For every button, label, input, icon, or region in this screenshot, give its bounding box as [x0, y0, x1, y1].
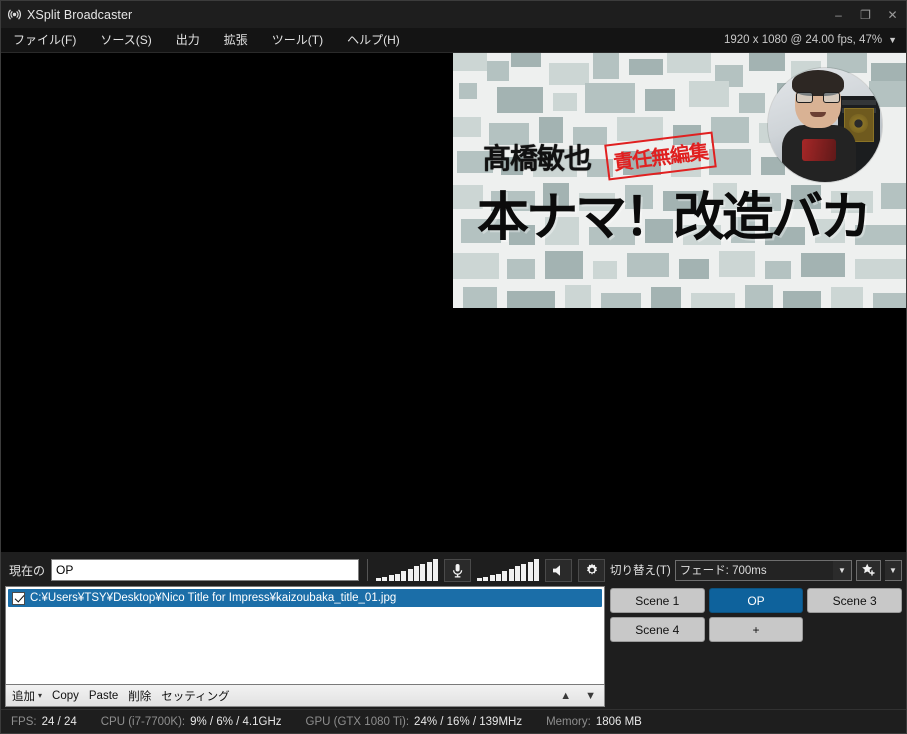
delete-button[interactable]: 削除 — [128, 688, 151, 704]
memory-value: 1806 MB — [595, 715, 642, 728]
chevron-down-icon[interactable]: ▾ — [38, 691, 42, 700]
gpu-value: 24% / 16% / 139MHz — [414, 715, 523, 728]
current-scene-input[interactable] — [51, 559, 359, 581]
source-path-label: C:¥Users¥TSY¥Desktop¥Nico Title for Impr… — [30, 592, 397, 604]
menu-sources[interactable]: ソース(S) — [88, 28, 163, 53]
transition-label: 切り替え(T) — [610, 565, 671, 577]
fps-label: FPS: — [11, 715, 37, 728]
paste-button[interactable]: Paste — [89, 690, 118, 702]
source-list[interactable]: C:¥Users¥TSY¥Desktop¥Nico Title for Impr… — [5, 586, 605, 685]
settings-button[interactable]: セッティング — [161, 688, 229, 704]
menu-file[interactable]: ファイル(F) — [1, 28, 88, 53]
fps-status: FPS: 24 / 24 — [11, 716, 77, 728]
lower-panel: 現在の OP C:¥Users¥TSY¥Desktop¥Nico Title f… — [1, 552, 906, 709]
resolution-info: 1920 x 1080 @ 24.00 fps, 47% — [723, 34, 883, 46]
move-up-icon[interactable]: ▲ — [558, 690, 573, 702]
maximize-button[interactable]: ❐ — [852, 1, 879, 28]
menu-help[interactable]: ヘルプ(H) — [335, 28, 412, 53]
transition-row: 切り替え(T) フェード: 700ms ▼ ▼ — [610, 558, 902, 582]
current-scene-label: 現在の — [9, 563, 46, 578]
memory-label: Memory: — [546, 715, 591, 728]
chevron-down-icon[interactable]: ▼ — [833, 559, 852, 581]
window-controls: – ❐ ✕ — [825, 1, 906, 28]
source-toolbar: 追加 ▾ Copy Paste 削除 セッティング ▲ ▼ — [5, 685, 605, 707]
menu-bar: ファイル(F) ソース(S) 出力 拡張 ツール(T) ヘルプ(H) 1920 … — [1, 28, 906, 53]
current-scene-row: 現在の — [5, 558, 605, 582]
broadcast-waves-icon — [1, 1, 27, 28]
meter-divider — [367, 559, 368, 581]
preview-stage[interactable]: 髙橋敏也 責任無編集 本ナマ！改造バカ — [1, 53, 906, 552]
gpu-status: GPU (GTX 1080 Ti): 24% / 16% / 139MHz — [306, 716, 523, 728]
star-plus-icon[interactable] — [856, 559, 881, 581]
avatar — [768, 68, 882, 182]
window-title: XSplit Broadcaster — [27, 7, 133, 22]
menu-extensions[interactable]: 拡張 — [212, 28, 260, 53]
chevron-down-icon[interactable]: ▼ — [885, 559, 902, 581]
scenes-panel: 切り替え(T) フェード: 700ms ▼ ▼ Scene 1 OP Scene… — [605, 558, 902, 707]
scene-button-1[interactable]: Scene 1 — [610, 588, 705, 613]
minimize-button[interactable]: – — [825, 1, 852, 28]
microphone-icon[interactable] — [444, 558, 471, 582]
cpu-label: CPU (i7-7700K): — [100, 715, 186, 728]
sources-panel: 現在の OP C:¥Users¥TSY¥Desktop¥Nico Title f… — [5, 558, 605, 707]
cpu-status: CPU (i7-7700K): 9% / 6% / 4.1GHz — [101, 716, 282, 728]
close-button[interactable]: ✕ — [879, 1, 906, 28]
source-checkbox[interactable] — [12, 591, 25, 605]
title-bar: XSplit Broadcaster – ❐ ✕ — [1, 1, 906, 28]
list-item[interactable]: C:¥Users¥TSY¥Desktop¥Nico Title for Impr… — [8, 589, 602, 607]
copy-button[interactable]: Copy — [52, 690, 79, 702]
status-bar: FPS: 24 / 24 CPU (i7-7700K): 9% / 6% / 4… — [1, 709, 906, 733]
chevron-down-icon[interactable]: ▼ — [888, 35, 906, 45]
gear-icon[interactable] — [578, 558, 605, 582]
scene-button-2[interactable]: OP — [708, 588, 804, 613]
scene-button-4[interactable]: Scene 4 — [610, 617, 705, 642]
gpu-label: GPU (GTX 1080 Ti): — [305, 715, 410, 728]
preview-main-title: 本ナマ！改造バカ — [477, 188, 872, 248]
add-scene-button[interactable]: + — [708, 617, 804, 642]
scene-button-grid: Scene 1 OP Scene 3 Scene 4 + — [610, 588, 902, 642]
menu-tools[interactable]: ツール(T) — [260, 28, 335, 53]
scene-button-3[interactable]: Scene 3 — [807, 588, 902, 613]
speaker-icon[interactable] — [545, 558, 572, 582]
memory-status: Memory: 1806 MB — [546, 716, 642, 728]
move-down-icon[interactable]: ▼ — [583, 690, 598, 702]
speaker-level-meter — [477, 559, 539, 581]
add-source-button[interactable]: 追加 — [12, 688, 35, 704]
mic-level-meter — [376, 559, 438, 581]
cpu-value: 9% / 6% / 4.1GHz — [190, 715, 282, 728]
menu-output[interactable]: 出力 — [164, 28, 212, 53]
preview-subtitle-name: 髙橋敏也 — [483, 142, 592, 175]
scene-preview[interactable]: 髙橋敏也 責任無編集 本ナマ！改造バカ — [453, 53, 906, 308]
transition-select[interactable]: フェード: 700ms — [674, 559, 834, 581]
xsplit-window: XSplit Broadcaster – ❐ ✕ ファイル(F) ソース(S) … — [0, 0, 907, 734]
fps-value: 24 / 24 — [41, 715, 77, 728]
